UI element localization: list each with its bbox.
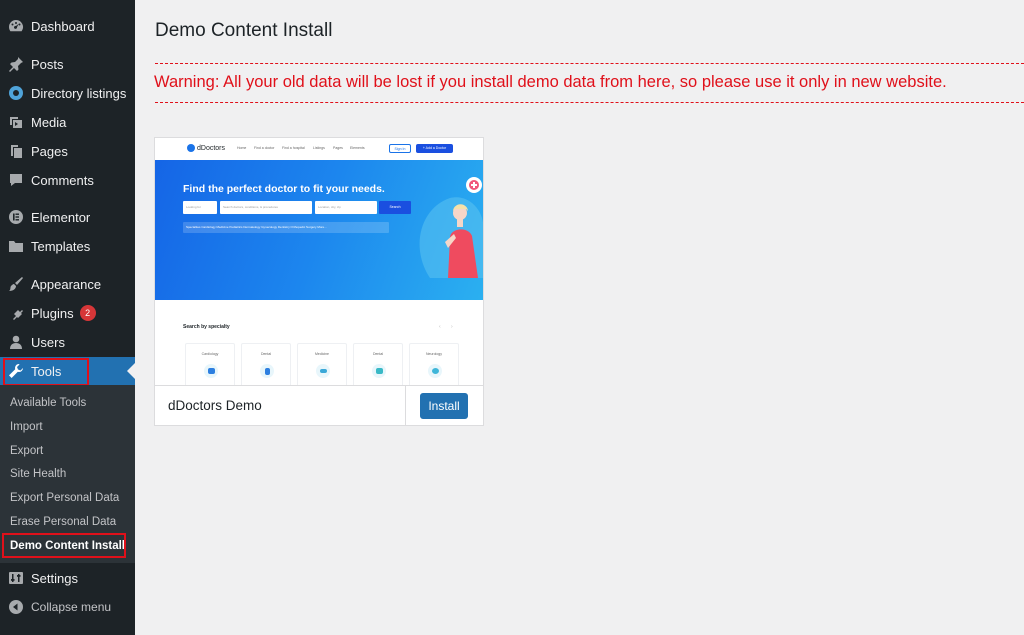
preview-specialty-tags: Specialties Cardiology Medicine Pediatri… (183, 222, 389, 233)
user-icon (8, 334, 24, 350)
tooth-icon (260, 364, 274, 378)
preview-signin-button: Sign In (389, 144, 411, 153)
admin-sidebar: Dashboard Posts Directory listings Media… (0, 0, 135, 635)
submenu-item-export-personal-data[interactable]: Export Personal Data (10, 489, 119, 507)
submenu-item-export[interactable]: Export (10, 442, 43, 460)
menu-label: Templates (31, 238, 91, 254)
menu-item-posts[interactable]: Posts (0, 50, 135, 78)
preview-specialty-card: Dental (241, 343, 291, 385)
folder-icon (8, 238, 24, 254)
specialty-label: Medicine (314, 352, 329, 356)
demo-name: dDoctors Demo (168, 398, 262, 413)
preview-nav-link: Listings (313, 146, 325, 150)
media-icon (8, 114, 24, 130)
directory-icon (8, 85, 24, 101)
menu-label: Posts (31, 56, 64, 72)
preview-logo-text: dDoctors (197, 144, 226, 152)
collapse-menu-button[interactable]: Collapse menu (0, 593, 135, 621)
menu-label: Users (31, 334, 65, 350)
logo-pin-icon (187, 144, 195, 152)
active-menu-arrow (127, 363, 135, 379)
preview-navbar: dDoctors Home Find a doctor Find a hospi… (155, 138, 483, 160)
brain-icon (428, 364, 442, 378)
preview-nav-link: Find a hospital (282, 146, 305, 150)
menu-item-users[interactable]: Users (0, 328, 135, 356)
submenu-item-import[interactable]: Import (10, 418, 43, 436)
preview-logo: dDoctors (187, 144, 225, 152)
demo-preview-image: dDoctors Home Find a doctor Find a hospi… (155, 138, 483, 385)
menu-item-templates[interactable]: Templates (0, 232, 135, 260)
elementor-icon (8, 209, 24, 225)
plugin-update-badge: 2 (79, 305, 96, 321)
submenu-item-available-tools[interactable]: Available Tools (10, 394, 86, 412)
menu-label: Elementor (31, 209, 91, 225)
brush-icon (8, 276, 24, 292)
plug-icon (8, 305, 24, 321)
demo-install-highlight-box (2, 533, 126, 558)
menu-item-directory-listings[interactable]: Directory listings (0, 79, 135, 107)
submenu-item-erase-personal-data[interactable]: Erase Personal Data (10, 513, 116, 531)
doctor-illustration (419, 177, 483, 278)
footer-divider (405, 386, 406, 426)
specialty-label: Neurology (426, 352, 442, 356)
menu-label: Plugins (31, 305, 74, 321)
demo-card-footer: dDoctors Demo Install (155, 385, 483, 426)
preview-nav-link: Elements (350, 146, 365, 150)
demo-card: dDoctors Home Find a doctor Find a hospi… (154, 137, 484, 426)
preview-add-doctor-button: + Add a Doctor (416, 144, 453, 153)
preview-search-button: Search (379, 201, 411, 214)
submenu-item-site-health[interactable]: Site Health (10, 465, 66, 483)
pushpin-icon (8, 56, 24, 72)
settings-icon (8, 570, 24, 586)
preview-specialty-card: Dental (353, 343, 403, 385)
menu-item-dashboard[interactable]: Dashboard (0, 12, 135, 40)
preview-section-title: Search by specialty (183, 324, 230, 330)
warning-message: Warning: All your old data will be lost … (154, 73, 947, 91)
specialty-label: Dental (260, 352, 272, 356)
menu-item-elementor[interactable]: Elementor (0, 203, 135, 231)
tools-highlight-box (3, 358, 89, 386)
page-title: Demo Content Install (155, 20, 333, 41)
specialty-label: Dental (372, 352, 384, 356)
comment-icon (8, 172, 24, 188)
warning-divider-top (155, 63, 1024, 64)
preview-input-looking-for: Looking for (183, 201, 217, 214)
dashboard-icon (8, 18, 24, 34)
preview-nav-link: Home (237, 146, 247, 150)
preview-headline: Find the perfect doctor to fit your need… (183, 183, 385, 195)
menu-label: Directory listings (31, 85, 127, 101)
dental-tool-icon (372, 364, 386, 378)
menu-item-plugins[interactable]: Plugins 2 (0, 299, 135, 327)
warning-divider-bottom (155, 102, 1024, 103)
preview-next-arrow-icon: › (451, 324, 453, 330)
menu-item-pages[interactable]: Pages (0, 137, 135, 165)
preview-specialty-card: Cardiology (185, 343, 235, 385)
pages-icon (8, 143, 24, 159)
preview-input-location: Location, city, zip (315, 201, 377, 214)
menu-label: Media (31, 114, 67, 130)
collapse-icon (8, 599, 24, 615)
preview-input-search: Search doctors, conditions, & procedures (220, 201, 312, 214)
menu-label: Settings (31, 570, 78, 586)
preview-specialty-card: Neurology (409, 343, 459, 385)
pill-icon (316, 364, 330, 378)
heart-icon (204, 364, 218, 378)
menu-item-media[interactable]: Media (0, 108, 135, 136)
menu-item-settings[interactable]: Settings (0, 564, 135, 592)
install-button[interactable]: Install (420, 393, 468, 419)
menu-label: Pages (31, 143, 68, 159)
menu-item-comments[interactable]: Comments (0, 166, 135, 194)
menu-item-appearance[interactable]: Appearance (0, 270, 135, 298)
preview-nav-link: Pages (333, 146, 343, 150)
menu-label: Dashboard (31, 18, 95, 34)
preview-nav-link: Find a doctor (254, 146, 275, 150)
preview-prev-arrow-icon: ‹ (439, 324, 441, 330)
menu-label: Comments (31, 172, 94, 188)
menu-label: Collapse menu (31, 600, 112, 614)
specialty-label: Cardiology (201, 352, 219, 356)
preview-specialty-card: Medicine (297, 343, 347, 385)
menu-label: Appearance (31, 276, 102, 292)
